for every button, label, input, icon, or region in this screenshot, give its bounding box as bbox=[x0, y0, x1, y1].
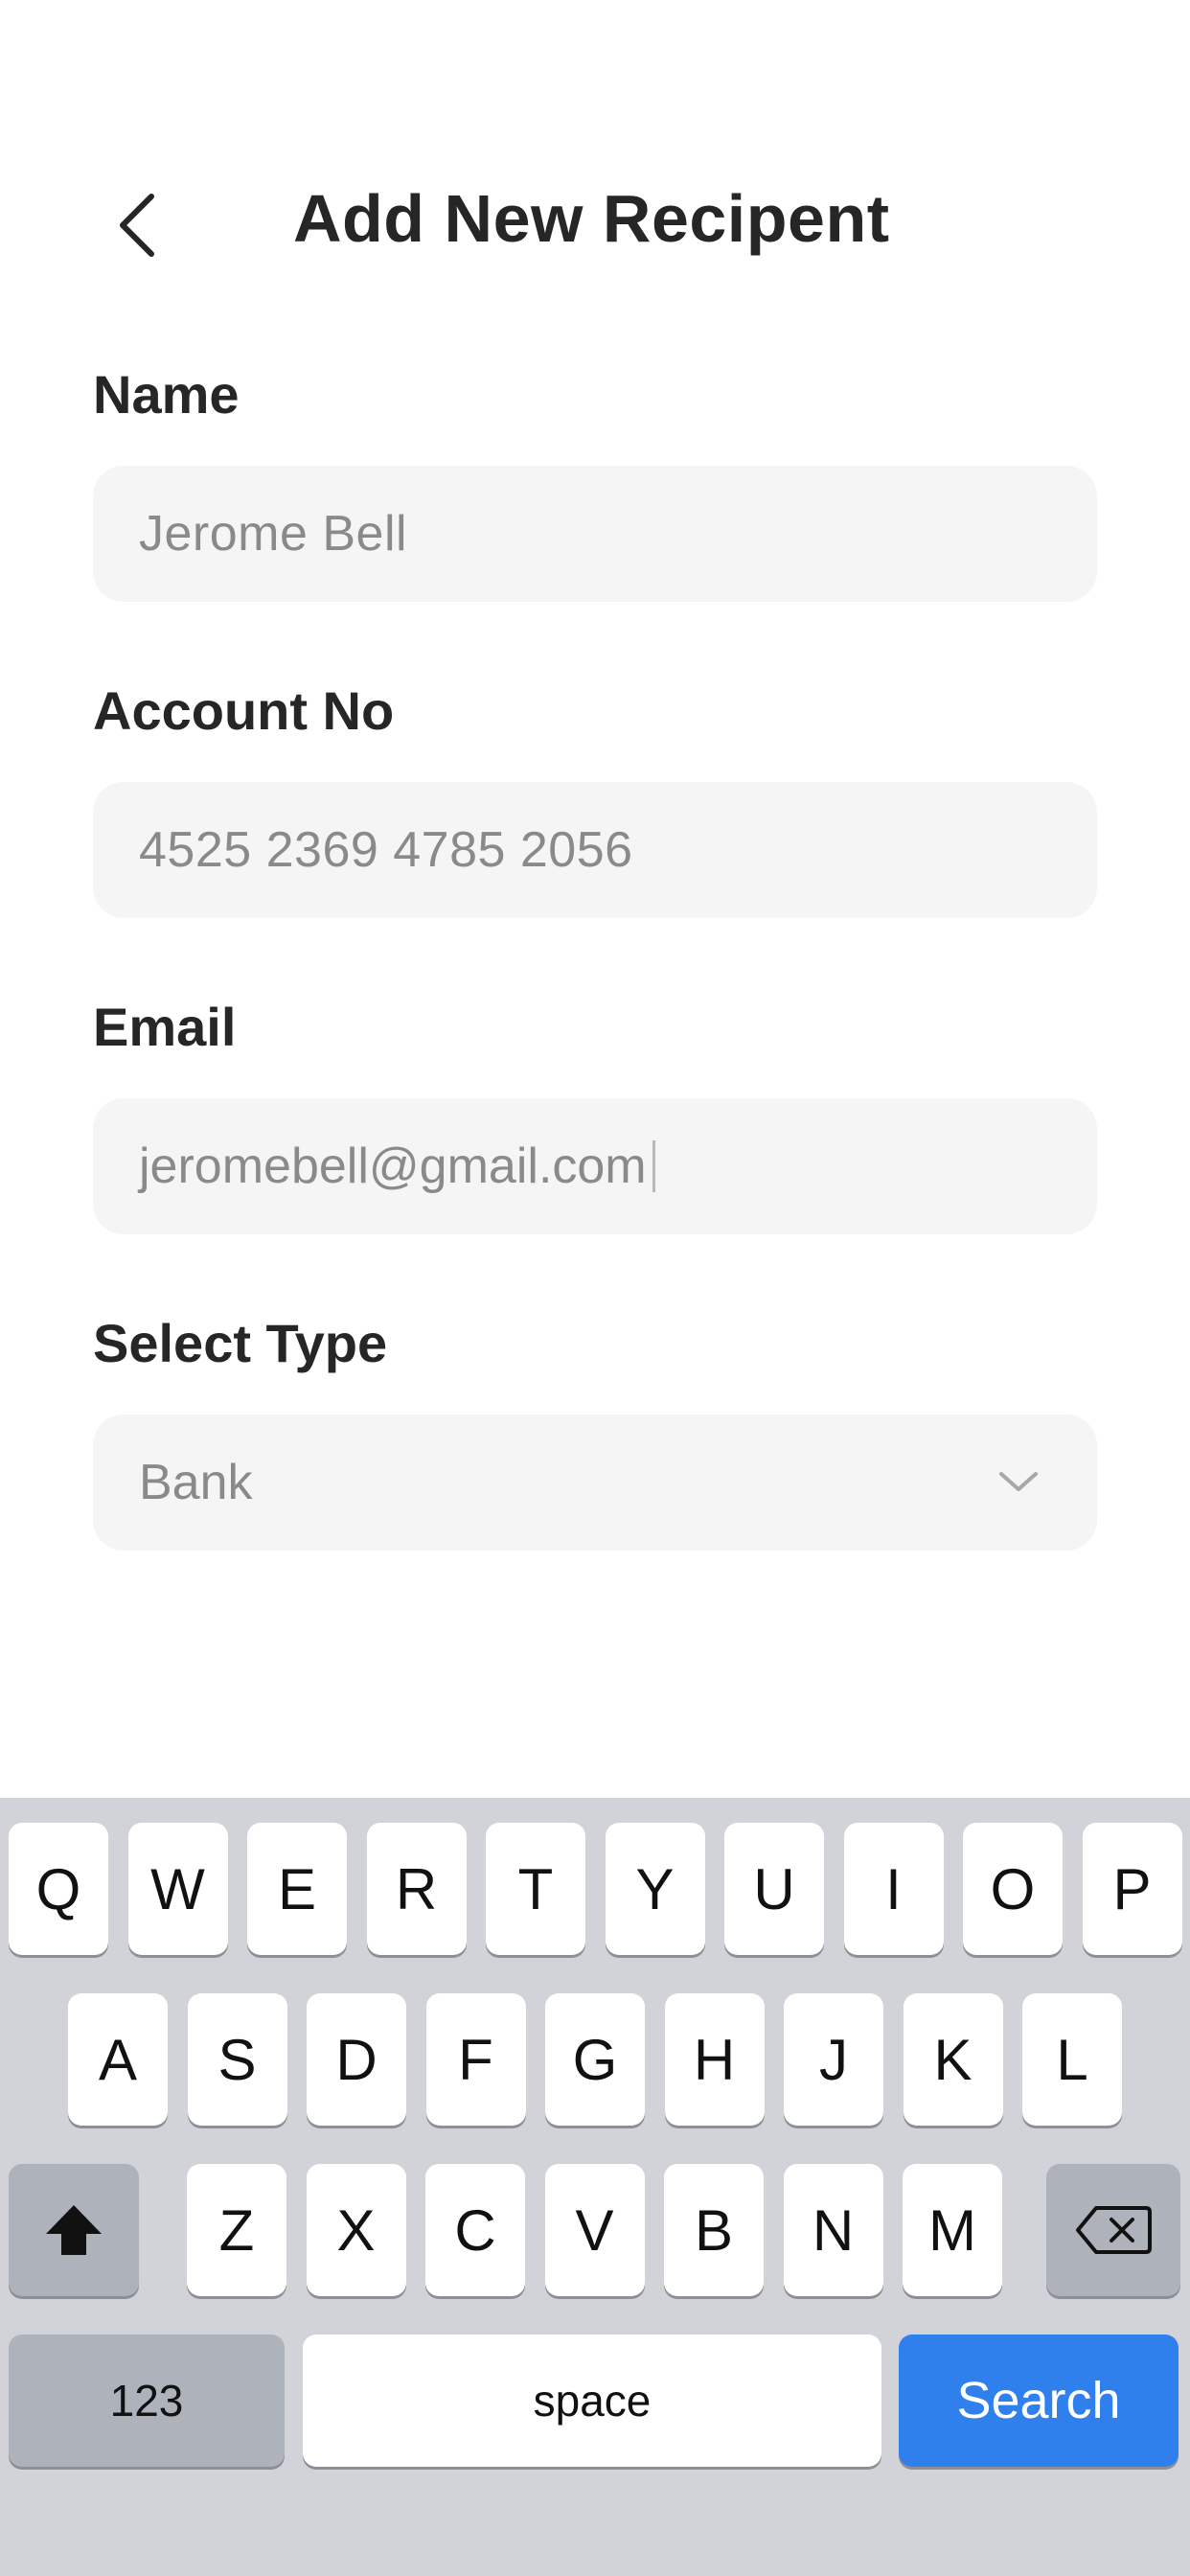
key-c[interactable]: C bbox=[425, 2164, 525, 2296]
key-k[interactable]: K bbox=[903, 1993, 1003, 2126]
key-l[interactable]: L bbox=[1022, 1993, 1122, 2126]
key-w[interactable]: W bbox=[127, 1823, 228, 1955]
key-v[interactable]: V bbox=[544, 2164, 645, 2296]
type-label: Select Type bbox=[93, 1313, 388, 1373]
account-field[interactable] bbox=[93, 782, 1097, 918]
delete-icon bbox=[1076, 2206, 1152, 2254]
email-field[interactable]: jeromebell@gmail.com bbox=[93, 1098, 1097, 1234]
key-g[interactable]: G bbox=[545, 1993, 645, 2126]
key-t[interactable]: T bbox=[486, 1823, 585, 1955]
key-i[interactable]: I bbox=[843, 1823, 944, 1955]
key-j[interactable]: J bbox=[784, 1993, 883, 2126]
key-y[interactable]: Y bbox=[605, 1823, 705, 1955]
delete-key[interactable] bbox=[1046, 2164, 1180, 2296]
key-d[interactable]: D bbox=[307, 1993, 406, 2126]
email-label: Email bbox=[93, 997, 237, 1057]
type-select[interactable]: Bank bbox=[93, 1414, 1097, 1551]
key-z[interactable]: Z bbox=[187, 2164, 286, 2296]
name-label: Name bbox=[93, 364, 240, 425]
account-input[interactable] bbox=[139, 821, 1097, 879]
key-x[interactable]: X bbox=[306, 2164, 406, 2296]
page-title: Add New Recipent bbox=[293, 181, 890, 256]
key-q[interactable]: Q bbox=[9, 1823, 108, 1955]
name-field[interactable] bbox=[93, 466, 1097, 602]
key-f[interactable]: F bbox=[425, 1993, 526, 2126]
key-p[interactable]: P bbox=[1082, 1823, 1182, 1955]
numbers-key[interactable]: 123 bbox=[9, 2334, 285, 2467]
account-label: Account No bbox=[93, 680, 395, 741]
key-h[interactable]: H bbox=[664, 1993, 765, 2126]
keyboard: QWERTYUIOP ASDFGHJKL ZXCVBNM 123 space S… bbox=[0, 1798, 1190, 2576]
search-key[interactable]: Search bbox=[899, 2334, 1179, 2467]
type-select-value: Bank bbox=[139, 1455, 253, 1510]
header: Add New Recipent bbox=[0, 144, 1190, 297]
key-r[interactable]: R bbox=[366, 1823, 467, 1955]
key-s[interactable]: S bbox=[187, 1993, 287, 2126]
key-n[interactable]: N bbox=[783, 2164, 883, 2296]
shift-key[interactable] bbox=[9, 2164, 139, 2296]
key-a[interactable]: A bbox=[68, 1993, 168, 2126]
key-u[interactable]: U bbox=[724, 1823, 824, 1955]
space-key[interactable]: space bbox=[303, 2334, 881, 2467]
name-input[interactable] bbox=[139, 505, 1097, 563]
key-e[interactable]: E bbox=[247, 1823, 347, 1955]
key-o[interactable]: O bbox=[963, 1823, 1063, 1955]
email-input[interactable]: jeromebell@gmail.com bbox=[139, 1138, 647, 1195]
shift-icon bbox=[46, 2205, 102, 2255]
chevron-down-icon bbox=[999, 1472, 1038, 1491]
back-button[interactable] bbox=[94, 182, 180, 268]
chevron-left-icon bbox=[120, 194, 154, 257]
key-m[interactable]: M bbox=[903, 2164, 1002, 2296]
key-b[interactable]: B bbox=[664, 2164, 764, 2296]
text-cursor bbox=[652, 1140, 655, 1192]
